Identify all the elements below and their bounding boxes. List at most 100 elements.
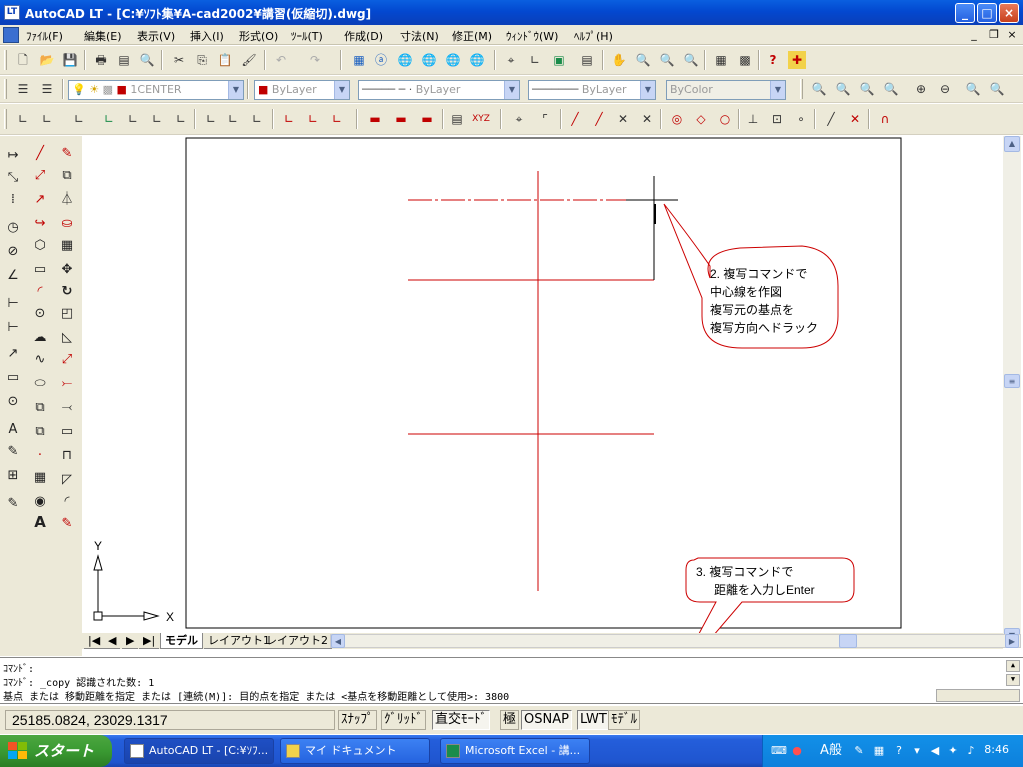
ime-tool-icon[interactable]: ✎ xyxy=(851,743,867,759)
scroll-thumb[interactable]: ≡ xyxy=(1004,374,1020,388)
snap-center-icon[interactable]: ◎ xyxy=(668,110,686,128)
scroll-up-icon[interactable]: ▲ xyxy=(1004,136,1020,152)
trim-icon[interactable]: ⤚ xyxy=(57,374,77,394)
stretch-icon[interactable]: ◺ xyxy=(57,328,77,348)
ucs-3point-icon[interactable]: ∟ xyxy=(172,110,190,128)
toggle-model[interactable]: ﾓﾃﾞﾙ xyxy=(608,710,640,730)
layer-off-icon[interactable]: ▬ xyxy=(418,110,436,128)
snap-midpoint-icon[interactable]: ╱ xyxy=(590,110,608,128)
insert-block-icon[interactable]: ⧉ xyxy=(30,398,50,418)
layer-isolate-icon[interactable]: ▬ xyxy=(392,110,410,128)
ucs-x-icon[interactable]: ∟ xyxy=(202,110,220,128)
drawing-area[interactable]: 2. 複写コマンドで 中心線を作図 複写元の基点を 複写方向へドラック 3. 複… xyxy=(82,136,1003,685)
zoom-out-icon[interactable]: ⊖ xyxy=(936,80,954,98)
make-block-icon[interactable]: ⧉ xyxy=(30,422,50,442)
array-icon[interactable]: ▦ xyxy=(57,236,77,256)
dropdown-arrow-icon[interactable]: ▼ xyxy=(228,81,243,99)
calculator-icon[interactable]: ▦ xyxy=(712,51,730,69)
dropdown-arrow-icon[interactable]: ▼ xyxy=(640,81,655,99)
cmd-horizontal-scrollbar[interactable] xyxy=(936,689,1020,702)
menu-dimension[interactable]: 寸法(N) xyxy=(400,28,439,44)
construction-line-icon[interactable]: ⤢ xyxy=(30,166,50,186)
menu-tools[interactable]: ﾂｰﾙ(T) xyxy=(291,28,323,44)
ucs-zaxis-icon[interactable]: ∟ xyxy=(248,110,266,128)
ime-options-icon[interactable]: ▾ xyxy=(909,743,925,759)
menu-view[interactable]: 表示(V) xyxy=(137,28,175,44)
snap-perpendicular-icon[interactable]: ⊥ xyxy=(744,110,762,128)
dim-text-edit-icon[interactable]: ✎ xyxy=(3,442,23,462)
dim-aligned-icon[interactable]: ⤡ xyxy=(3,168,23,188)
ucs-object-icon[interactable]: ∟ xyxy=(100,110,118,128)
toolbar-grip[interactable] xyxy=(4,109,7,129)
dropdown-arrow-icon[interactable]: ▼ xyxy=(504,81,519,99)
polyline-icon[interactable]: ↗ xyxy=(30,190,50,210)
explode-icon[interactable]: ✎ xyxy=(57,514,77,534)
tool-palette-icon[interactable]: ▩ xyxy=(736,51,754,69)
spline-icon[interactable]: ∿ xyxy=(30,350,50,370)
erase-icon[interactable]: ✎ xyxy=(57,144,77,164)
dim-linear-icon[interactable]: ↦ xyxy=(3,146,23,166)
taskbar-item-my-documents[interactable]: マイ ドキュメント xyxy=(280,738,430,764)
toolbar-grip[interactable] xyxy=(4,79,7,99)
lineweight-dropdown[interactable]: ─────── ByLayer ▼ xyxy=(528,80,656,100)
ucs-previous-icon[interactable]: ∟ xyxy=(38,110,56,128)
xyz-icon[interactable]: XYZ xyxy=(472,110,490,128)
dim-edit-icon[interactable]: A xyxy=(3,420,23,440)
snap-quadrant-icon[interactable]: ◇ xyxy=(692,110,710,128)
layer-previous-icon[interactable]: ☰ xyxy=(38,80,56,98)
ime-dict-icon[interactable]: ▦ xyxy=(871,743,887,759)
ucs-named-icon[interactable]: ∟ xyxy=(304,110,322,128)
chamfer-icon[interactable]: ◸ xyxy=(57,470,77,490)
multiline-text-icon[interactable]: A xyxy=(30,512,50,532)
document-icon[interactable] xyxy=(3,27,19,43)
tab-nav-last-icon[interactable]: ▶| xyxy=(139,633,160,649)
ucs-face-icon[interactable]: ∟ xyxy=(124,110,142,128)
menu-draw[interactable]: 作成(D) xyxy=(344,28,383,44)
globe-save-icon[interactable]: 🌐 xyxy=(444,51,462,69)
autocad-app-icon[interactable]: LT xyxy=(4,5,20,20)
toggle-lwt[interactable]: LWT xyxy=(577,710,610,730)
maximize-button[interactable]: □ xyxy=(977,3,997,23)
snap-intersection-icon[interactable]: ✕ xyxy=(614,110,632,128)
title-bar[interactable]: LT AutoCAD LT - [C:¥ｿﾌﾄ集¥A-cad2002¥講習(仮縮… xyxy=(0,0,1023,25)
region-icon[interactable]: ◉ xyxy=(30,492,50,512)
snap-node-icon[interactable]: ∘ xyxy=(792,110,810,128)
keyboard-icon[interactable]: ⌨ xyxy=(771,743,787,759)
ucs-apply-icon[interactable]: ∟ xyxy=(280,110,298,128)
taskbar-item-autocad[interactable]: AutoCAD LT - [C:¥ｿﾌ... xyxy=(124,738,274,764)
toggle-snap[interactable]: ｽﾅｯﾌﾟ xyxy=(338,710,377,730)
break-at-point-icon[interactable]: ▭ xyxy=(57,422,77,442)
print-preview-icon[interactable]: ▤ xyxy=(115,51,133,69)
tolerance-icon[interactable]: ▭ xyxy=(3,368,23,388)
color-dropdown[interactable]: ■ ByLayer ▼ xyxy=(254,80,350,100)
ime-help-icon[interactable]: ? xyxy=(891,743,907,759)
match-properties-icon[interactable]: 🖌 xyxy=(240,51,258,69)
ucs-view-icon[interactable]: ∟ xyxy=(148,110,166,128)
revcloud-icon[interactable]: ☁ xyxy=(30,328,50,348)
zoom-window-icon[interactable]: 🔍 xyxy=(810,80,828,98)
mdi-close-button[interactable]: × xyxy=(1004,27,1020,42)
ellipse-icon[interactable]: ⬭ xyxy=(30,374,50,394)
cmd-scroll-down-icon[interactable]: ▼ xyxy=(1006,674,1020,686)
menu-format[interactable]: 形式(O) xyxy=(239,28,278,44)
redo-icon[interactable]: ↷ xyxy=(306,51,324,69)
copy-icon[interactable]: ⎘ xyxy=(193,51,211,69)
ucs-z-icon[interactable]: ∟ xyxy=(224,110,242,128)
undo-icon[interactable]: ↶ xyxy=(272,51,290,69)
dim-angular-icon[interactable]: ∠ xyxy=(3,266,23,286)
cmd-scroll-up-icon[interactable]: ▲ xyxy=(1006,660,1020,672)
circle-icon[interactable]: ⊙ xyxy=(30,304,50,324)
toggle-osnap[interactable]: OSNAP xyxy=(521,710,572,730)
dim-baseline-icon[interactable]: ⊢ xyxy=(3,294,23,314)
web-icon[interactable]: ⓐ xyxy=(372,51,390,69)
ime-icon[interactable]: ● xyxy=(789,743,805,759)
start-button[interactable]: スタート xyxy=(0,735,112,767)
extend-icon[interactable]: ⤙ xyxy=(57,398,77,418)
zoom-center-icon[interactable]: 🔍 xyxy=(882,80,900,98)
snap-insert-icon[interactable]: ⊡ xyxy=(768,110,786,128)
tab-model[interactable]: モデル xyxy=(160,633,203,649)
zoom-extents-icon[interactable]: 🔍 xyxy=(988,80,1006,98)
dropdown-arrow-icon[interactable]: ▼ xyxy=(770,81,785,99)
move-icon[interactable]: ✥ xyxy=(57,260,77,280)
save-icon[interactable]: 💾 xyxy=(61,51,79,69)
